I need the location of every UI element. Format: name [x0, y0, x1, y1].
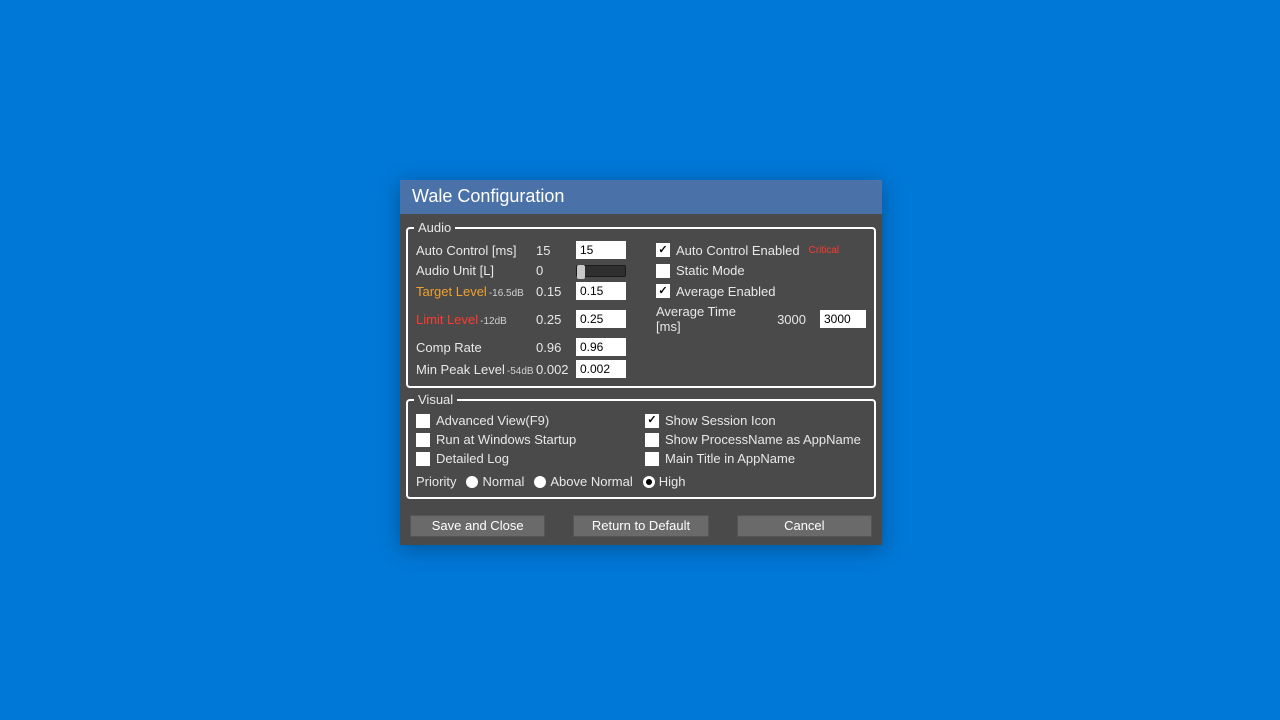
run-at-startup-checkbox[interactable]: Run at Windows Startup	[416, 432, 637, 447]
comp-rate-display: 0.96	[536, 340, 576, 355]
audio-unit-display: 0	[536, 263, 576, 278]
audio-grid: Auto Control [ms] 15 Auto Control Enable…	[416, 241, 866, 378]
checkbox-icon	[645, 433, 659, 447]
radio-icon	[534, 476, 546, 488]
checkbox-icon	[645, 414, 659, 428]
cancel-button[interactable]: Cancel	[737, 515, 872, 537]
checkbox-icon	[656, 284, 670, 298]
audio-unit-label: Audio Unit [L]	[416, 263, 536, 278]
limit-level-label: Limit Level-12dB	[416, 312, 536, 327]
auto-control-enabled-checkbox[interactable]: Auto Control Enabled Critical	[656, 243, 839, 258]
comp-rate-input[interactable]	[576, 338, 626, 356]
static-mode-checkbox[interactable]: Static Mode	[656, 263, 745, 278]
window-content: Audio Auto Control [ms] 15 Auto Control …	[400, 214, 882, 509]
main-title-app-checkbox[interactable]: Main Title in AppName	[645, 451, 866, 466]
target-level-label: Target Level-16.5dB	[416, 284, 536, 299]
run-at-startup-label: Run at Windows Startup	[436, 432, 576, 447]
min-peak-label: Min Peak Level-54dB	[416, 362, 536, 377]
default-button[interactable]: Return to Default	[573, 515, 708, 537]
target-level-input[interactable]	[576, 282, 626, 300]
average-enabled-label: Average Enabled	[676, 284, 776, 299]
slider-thumb-icon	[577, 265, 585, 279]
checkbox-icon	[416, 433, 430, 447]
radio-icon	[643, 476, 655, 488]
show-procname-label: Show ProcessName as AppName	[665, 432, 861, 447]
window-titlebar[interactable]: Wale Configuration	[400, 180, 882, 214]
window-title: Wale Configuration	[412, 186, 564, 206]
checkbox-icon	[656, 264, 670, 278]
limit-level-input[interactable]	[576, 310, 626, 328]
priority-normal-radio[interactable]: Normal	[466, 474, 524, 489]
average-enabled-checkbox[interactable]: Average Enabled	[656, 284, 776, 299]
target-level-display: 0.15	[536, 284, 576, 299]
save-button[interactable]: Save and Close	[410, 515, 545, 537]
detailed-log-checkbox[interactable]: Detailed Log	[416, 451, 637, 466]
critical-badge: Critical	[809, 245, 840, 256]
priority-label: Priority	[416, 474, 456, 489]
checkbox-icon	[645, 452, 659, 466]
visual-grid: Advanced View(F9) Show Session Icon Run …	[416, 413, 866, 489]
checkbox-icon	[416, 414, 430, 428]
radio-icon	[466, 476, 478, 488]
priority-row: Priority Normal Above Normal High	[416, 474, 866, 489]
detailed-log-label: Detailed Log	[436, 451, 509, 466]
average-time-label: Average Time [ms]	[656, 304, 763, 334]
config-window: Wale Configuration Audio Auto Control [m…	[400, 180, 882, 545]
average-time-input[interactable]	[820, 310, 866, 328]
min-peak-display: 0.002	[536, 362, 576, 377]
static-mode-label: Static Mode	[676, 263, 745, 278]
group-audio-legend: Audio	[414, 220, 455, 235]
audio-unit-slider[interactable]	[576, 265, 626, 277]
checkbox-icon	[416, 452, 430, 466]
comp-rate-label: Comp Rate	[416, 340, 536, 355]
group-visual: Visual Advanced View(F9) Show Session Ic…	[406, 392, 876, 499]
priority-high-radio[interactable]: High	[643, 474, 686, 489]
average-time-display: 3000	[777, 312, 806, 327]
group-visual-legend: Visual	[414, 392, 457, 407]
show-session-icon-checkbox[interactable]: Show Session Icon	[645, 413, 866, 428]
limit-level-display: 0.25	[536, 312, 576, 327]
auto-control-label: Auto Control [ms]	[416, 243, 536, 258]
auto-control-input[interactable]	[576, 241, 626, 259]
auto-control-enabled-label: Auto Control Enabled	[676, 243, 800, 258]
footer-buttons: Save and Close Return to Default Cancel	[400, 509, 882, 545]
show-session-icon-label: Show Session Icon	[665, 413, 776, 428]
priority-above-normal-radio[interactable]: Above Normal	[534, 474, 632, 489]
checkbox-icon	[656, 243, 670, 257]
show-procname-checkbox[interactable]: Show ProcessName as AppName	[645, 432, 866, 447]
group-audio: Audio Auto Control [ms] 15 Auto Control …	[406, 220, 876, 388]
advanced-view-label: Advanced View(F9)	[436, 413, 549, 428]
auto-control-display: 15	[536, 243, 576, 258]
min-peak-input[interactable]	[576, 360, 626, 378]
advanced-view-checkbox[interactable]: Advanced View(F9)	[416, 413, 637, 428]
main-title-app-label: Main Title in AppName	[665, 451, 795, 466]
